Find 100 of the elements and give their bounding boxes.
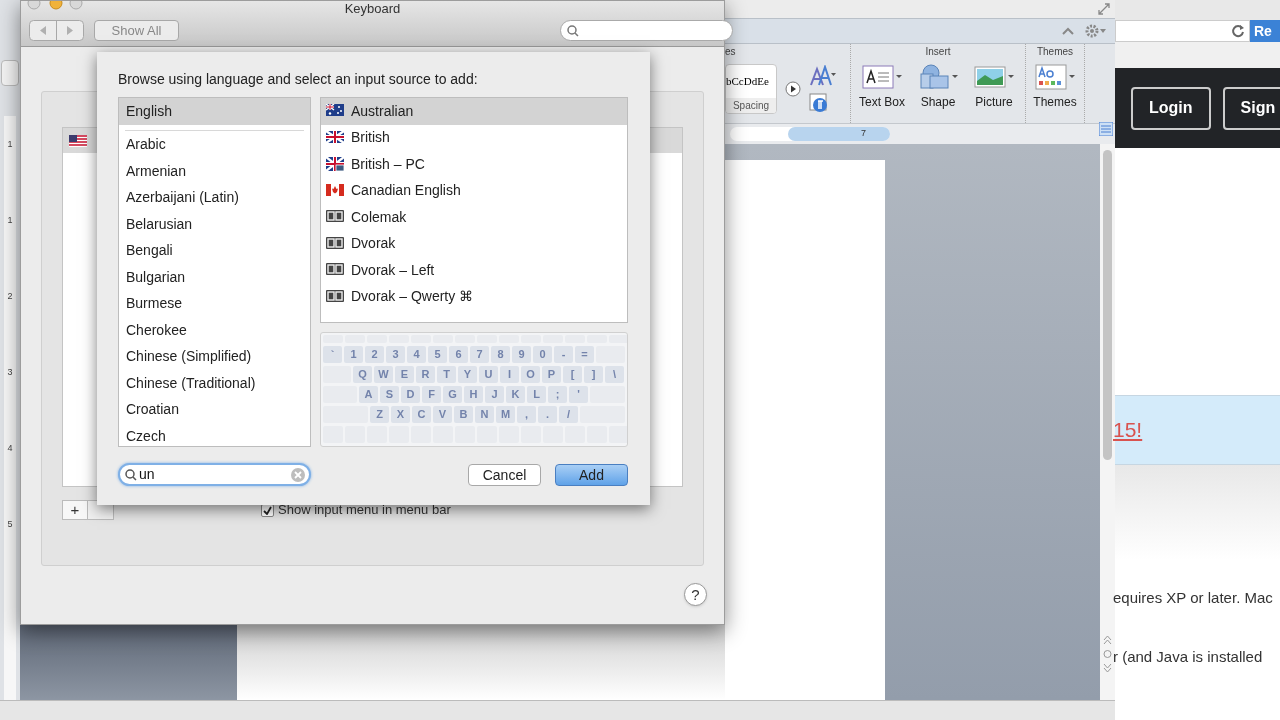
collapse-icon[interactable]	[1061, 26, 1075, 36]
font-size-icon[interactable]	[809, 65, 837, 87]
key: S	[380, 386, 399, 403]
reload-icon[interactable]	[1231, 24, 1245, 38]
key: V	[433, 406, 452, 423]
list-item[interactable]: Australian	[321, 98, 627, 125]
style-gallery[interactable]: bCcDdEe Spacing	[725, 64, 777, 114]
add-button[interactable]: +	[62, 500, 88, 520]
ruler-number: 5	[7, 518, 13, 531]
header-button[interactable]: Sign	[1222, 86, 1280, 130]
group-label: es	[725, 45, 737, 59]
style-label: Spacing	[726, 98, 776, 113]
ruler-number: 3	[7, 366, 13, 379]
ruler-number: 7	[861, 127, 866, 141]
cancel-button[interactable]: Cancel	[468, 463, 541, 486]
list-item[interactable]: Croatian	[119, 396, 310, 423]
key: W	[374, 366, 393, 383]
header-button[interactable]: Login	[1131, 86, 1211, 130]
back-forward-icon[interactable]	[29, 20, 84, 41]
list-item[interactable]: Bengali	[119, 237, 310, 264]
style-preview: bCcDdEe	[726, 74, 770, 89]
list-item[interactable]: Arabic	[119, 131, 310, 158]
scrollbar[interactable]	[1100, 144, 1115, 700]
paragraph-icon[interactable]	[809, 93, 829, 113]
ribbon-button[interactable]: Themes	[1030, 64, 1080, 111]
flag-icon	[69, 134, 87, 147]
key: 4	[407, 346, 426, 363]
window-title: Keyboard	[344, 0, 401, 18]
keyboard-badge-icon	[326, 210, 344, 225]
list-item[interactable]: British – PC	[321, 151, 627, 178]
clear-icon[interactable]	[290, 466, 306, 483]
list-item[interactable]: Armenian	[119, 158, 310, 185]
list-item[interactable]: Dvorak	[321, 230, 627, 257]
search-field[interactable]: un	[118, 463, 311, 486]
list-item[interactable]: Colemak	[321, 204, 627, 231]
key: 7	[470, 346, 489, 363]
ribbon-button[interactable]: Text Box	[855, 64, 909, 111]
keyboard-badge-icon	[326, 289, 344, 304]
add-button[interactable]: Add	[555, 463, 628, 486]
search-value: un	[139, 465, 156, 484]
body-text: equires XP or later. Mac	[1113, 588, 1274, 608]
ruler-number: 4	[7, 442, 13, 455]
blank-key	[323, 335, 343, 343]
themes-icon	[1034, 64, 1076, 90]
list-item[interactable]: Chinese (Traditional)	[119, 370, 310, 397]
ribbon-button[interactable]: Shape	[911, 64, 965, 111]
list-item[interactable]: Dvorak – Qwerty ⌘	[321, 283, 627, 310]
ruler-number: 2	[7, 290, 13, 303]
key: 6	[449, 346, 468, 363]
key: 9	[512, 346, 531, 363]
keyboard-badge-icon	[326, 263, 344, 278]
key: X	[391, 406, 410, 423]
key: ]	[584, 366, 603, 383]
list-item[interactable]: British	[321, 124, 627, 151]
list-item[interactable]: Cherokee	[119, 317, 310, 344]
image-icon	[973, 64, 1015, 90]
flag-icon	[326, 130, 344, 145]
key: 8	[491, 346, 510, 363]
key: O	[521, 366, 540, 383]
key: 3	[386, 346, 405, 363]
instruction-text: Browse using language and select an input source to add:	[118, 70, 479, 89]
list-item[interactable]: Canadian English	[321, 177, 627, 204]
key: E	[395, 366, 414, 383]
key: Y	[458, 366, 477, 383]
flag-icon	[326, 104, 344, 119]
flag-icon	[326, 157, 344, 172]
list-item[interactable]: Burmese	[119, 290, 310, 317]
key: /	[559, 406, 578, 423]
key: .	[538, 406, 557, 423]
play-icon[interactable]	[785, 81, 801, 97]
key: P	[542, 366, 561, 383]
search-field[interactable]	[560, 20, 733, 41]
body-text: r (and Java is installed	[1113, 647, 1264, 667]
list-item[interactable]: Czech	[119, 423, 310, 446]
settings-icon[interactable]	[1085, 24, 1107, 38]
key: ;	[548, 386, 567, 403]
header-button[interactable]: Re	[1250, 20, 1280, 42]
toolbar-button[interactable]	[1, 60, 19, 86]
resize-icon[interactable]	[1097, 2, 1111, 16]
key: N	[475, 406, 494, 423]
ribbon-button[interactable]: Picture	[967, 64, 1021, 111]
list-item[interactable]: Belarusian	[119, 211, 310, 238]
key: B	[454, 406, 473, 423]
key: G	[443, 386, 462, 403]
list-item[interactable]: Azerbaijani (Latin)	[119, 184, 310, 211]
view-icon[interactable]	[1099, 122, 1113, 136]
list-item[interactable]: Chinese (Simplified)	[119, 343, 310, 370]
key: Q	[353, 366, 372, 383]
group-label: Insert	[924, 45, 952, 59]
list-item[interactable]: Bulgarian	[119, 264, 310, 291]
checkbox-label: Show input menu in menu bar	[278, 501, 451, 520]
check-icon	[263, 505, 272, 515]
browse-icon[interactable]	[1102, 634, 1113, 674]
scroll-thumb[interactable]	[1103, 150, 1112, 460]
text-box-icon	[861, 64, 903, 90]
keyboard-badge-icon	[326, 236, 344, 251]
list-item[interactable]: Dvorak – Left	[321, 257, 627, 284]
help-button[interactable]: ?	[684, 583, 707, 606]
list-item[interactable]: English	[119, 98, 310, 125]
key: \	[605, 366, 624, 383]
